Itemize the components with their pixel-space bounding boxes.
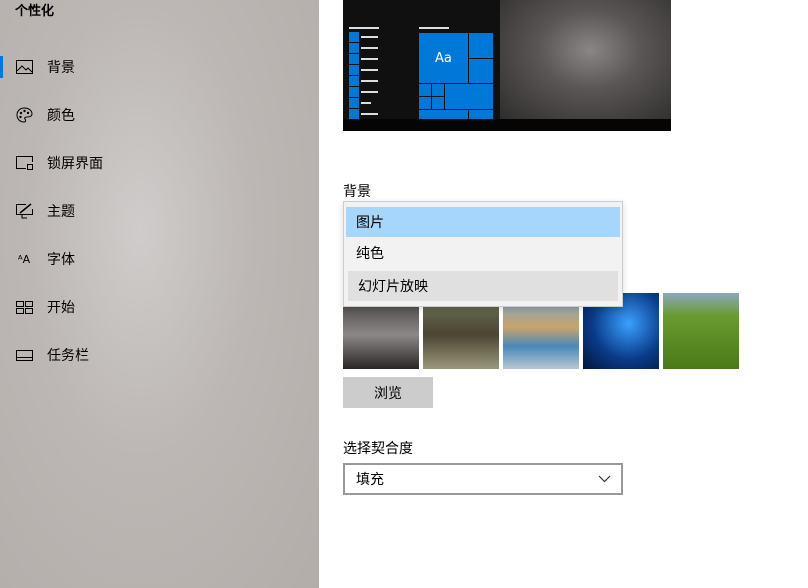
app-list-line <box>361 36 378 38</box>
sidebar-item-label: 主题 <box>47 201 75 221</box>
start-icon <box>15 298 33 316</box>
app-list-tile <box>349 65 359 75</box>
sidebar-item-taskbar[interactable]: 任务栏 <box>0 335 319 375</box>
fit-label: 选择契合度 <box>343 438 413 458</box>
sidebar-item-label: 背景 <box>47 57 75 77</box>
font-icon: ᴬA <box>15 250 33 268</box>
sidebar-item-label: 颜色 <box>47 105 75 125</box>
wallpaper-thumbnail-tea-field[interactable] <box>663 293 739 369</box>
background-preview: Aa <box>343 0 671 131</box>
app-list-line <box>361 58 378 60</box>
app-list-line <box>361 80 378 82</box>
option-slideshow[interactable]: 幻灯片放映 <box>348 271 618 301</box>
app-list-tile <box>349 76 359 86</box>
theme-icon <box>15 202 33 220</box>
sidebar-item-background[interactable]: 背景 <box>0 47 319 87</box>
app-list-line <box>361 69 378 71</box>
option-solid-color[interactable]: 纯色 <box>346 238 620 268</box>
sidebar-item-label: 字体 <box>47 249 75 269</box>
taskbar-icon <box>15 346 33 364</box>
sidebar-item-start[interactable]: 开始 <box>0 287 319 327</box>
sidebar-item-colors[interactable]: 颜色 <box>0 95 319 135</box>
app-list-line <box>361 91 378 93</box>
app-list-tile <box>349 98 359 108</box>
lock-screen-icon <box>15 154 33 172</box>
chevron-down-icon <box>598 472 611 486</box>
sidebar-item-label: 开始 <box>47 297 75 317</box>
browse-button[interactable]: 浏览 <box>343 377 433 408</box>
sidebar: 个性化 背景 颜色 锁屏界面 主题 ᴬA 字体 开始 任务栏 <box>0 0 319 588</box>
app-list-tile <box>349 43 359 53</box>
app-list-tile <box>349 109 359 119</box>
tile-text: Aa <box>435 51 452 66</box>
app-list-tile <box>349 54 359 64</box>
sidebar-item-lock-screen[interactable]: 锁屏界面 <box>0 143 319 183</box>
app-list-line <box>361 47 378 49</box>
fit-select[interactable]: 填充 <box>343 463 623 495</box>
page-title: 个性化 <box>15 0 54 19</box>
car-wallpaper-image <box>500 0 671 119</box>
option-picture[interactable]: 图片 <box>346 207 620 237</box>
sidebar-item-label: 锁屏界面 <box>47 153 103 173</box>
palette-icon <box>15 106 33 124</box>
sidebar-item-label: 任务栏 <box>47 345 89 365</box>
sidebar-item-themes[interactable]: 主题 <box>0 191 319 231</box>
sidebar-item-fonts[interactable]: ᴬA 字体 <box>0 239 319 279</box>
background-label: 背景 <box>343 181 371 201</box>
app-list-tile <box>349 87 359 97</box>
fit-select-value: 填充 <box>356 469 384 489</box>
app-list-tile <box>349 32 359 42</box>
background-dropdown-list[interactable]: 图片 纯色 幻灯片放映 <box>343 201 623 307</box>
picture-icon <box>15 58 33 76</box>
app-list-line <box>361 113 378 115</box>
app-list-line <box>361 102 371 104</box>
